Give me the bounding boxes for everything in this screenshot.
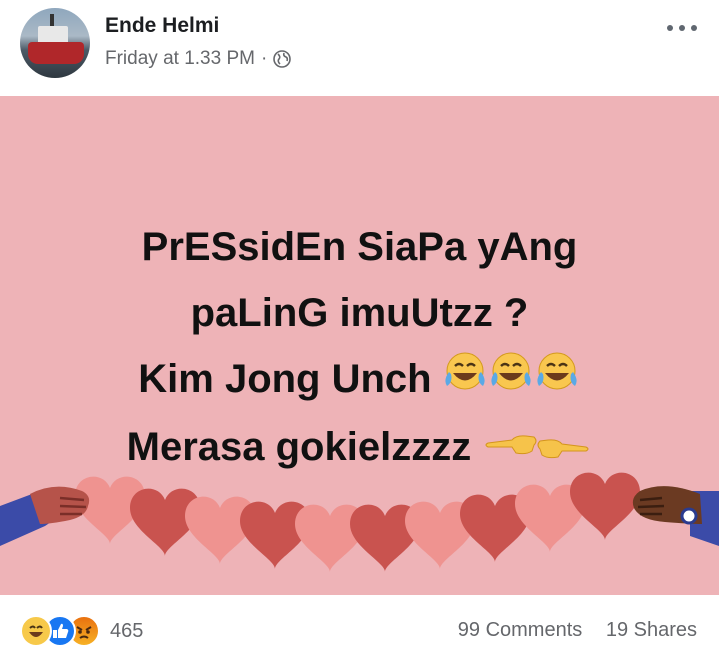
author-name[interactable]: Ende Helmi: [105, 14, 219, 38]
post-stats: 99 Comments 19 Shares: [440, 619, 697, 642]
post-text-line-2: paLinG imuUtzz ?: [190, 291, 529, 335]
laughing-tears-emoji: [443, 348, 581, 414]
post-meta: Friday at 1.33 PM ·: [105, 48, 292, 70]
right-hand: [632, 486, 719, 546]
left-hand: [0, 486, 90, 546]
comments-count-link[interactable]: 99 Comments: [458, 619, 583, 641]
post-text: PrESsidEn SiaPa yAng paLinG imuUtzz ? Ki…: [0, 214, 719, 483]
pointing-hands-emoji: [482, 417, 592, 483]
haha-reaction-icon: [20, 615, 52, 647]
post-text-line-1: PrESsidEn SiaPa yAng: [141, 225, 578, 269]
meta-separator: ·: [260, 48, 268, 69]
shares-count-link[interactable]: 19 Shares: [606, 619, 697, 641]
post-text-line-3: Kim Jong Unch: [138, 357, 432, 401]
post-timestamp[interactable]: Friday at 1.33 PM: [105, 48, 255, 70]
globe-icon: [273, 50, 292, 68]
heart-chain: [75, 472, 640, 572]
post-header: Ende Helmi Friday at 1.33 PM ·: [0, 0, 719, 96]
more-options-icon[interactable]: [667, 22, 697, 34]
reaction-count: 465: [110, 619, 144, 642]
post-text-line-4: Merasa gokielzzzz: [126, 425, 472, 470]
post-background: PrESsidEn SiaPa yAng paLinG imuUtzz ? Ki…: [0, 96, 719, 595]
reactions-summary[interactable]: 465: [20, 615, 143, 647]
post-text-line-4-wrap: Merasa gokielzzzz: [0, 414, 719, 482]
pointing-left-hand-emoji: [485, 435, 537, 455]
author-avatar[interactable]: [20, 8, 90, 78]
pointing-right-hand-emoji: [537, 439, 589, 459]
post-text-line-3-wrap: Kim Jong Unch: [0, 346, 719, 414]
post-footer: 465 99 Comments 19 Shares: [0, 595, 719, 665]
